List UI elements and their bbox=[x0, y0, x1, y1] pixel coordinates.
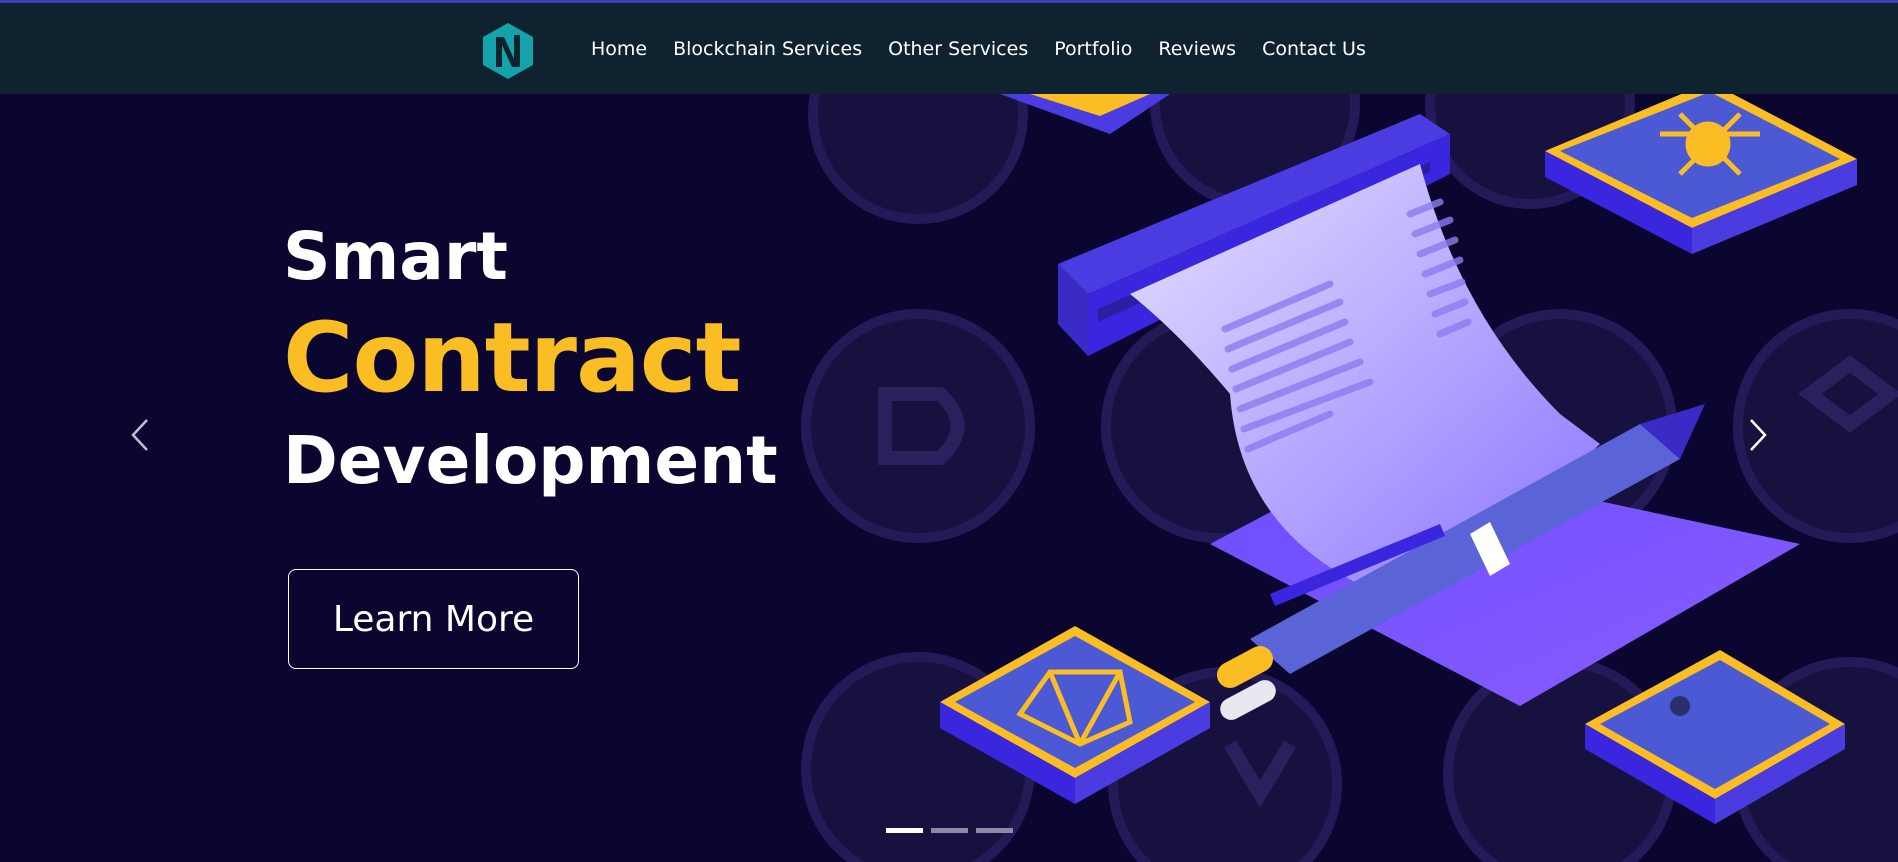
main-nav: Home Blockchain Services Other Services … bbox=[578, 3, 1379, 94]
hero-title-line-1: Smart bbox=[283, 218, 508, 295]
carousel-indicator-1[interactable] bbox=[886, 828, 923, 833]
chevron-right-icon bbox=[1750, 419, 1767, 451]
carousel-indicator-3[interactable] bbox=[976, 828, 1013, 833]
nav-item-other-services[interactable]: Other Services bbox=[875, 38, 1041, 60]
nav-item-blockchain-services[interactable]: Blockchain Services bbox=[660, 38, 875, 60]
nav-item-contact-us[interactable]: Contact Us bbox=[1249, 38, 1379, 60]
navbar: Home Blockchain Services Other Services … bbox=[0, 3, 1898, 94]
carousel-next-button[interactable] bbox=[1741, 412, 1771, 458]
logo-link[interactable] bbox=[480, 21, 536, 81]
hero-title-line-2: Contract bbox=[283, 302, 742, 414]
nav-item-portfolio[interactable]: Portfolio bbox=[1041, 38, 1145, 60]
hero-title-line-3: Development bbox=[283, 422, 778, 499]
carousel-prev-button[interactable] bbox=[127, 412, 157, 458]
hero-carousel: Smart Contract Development Learn More bbox=[0, 94, 1898, 862]
nav-item-reviews[interactable]: Reviews bbox=[1145, 38, 1249, 60]
carousel-indicators bbox=[886, 828, 1013, 833]
learn-more-button[interactable]: Learn More bbox=[288, 569, 579, 669]
hexagon-n-logo-icon bbox=[483, 23, 533, 79]
carousel-indicator-2[interactable] bbox=[931, 828, 968, 833]
nav-item-home[interactable]: Home bbox=[578, 38, 660, 60]
chevron-left-icon bbox=[131, 419, 148, 451]
